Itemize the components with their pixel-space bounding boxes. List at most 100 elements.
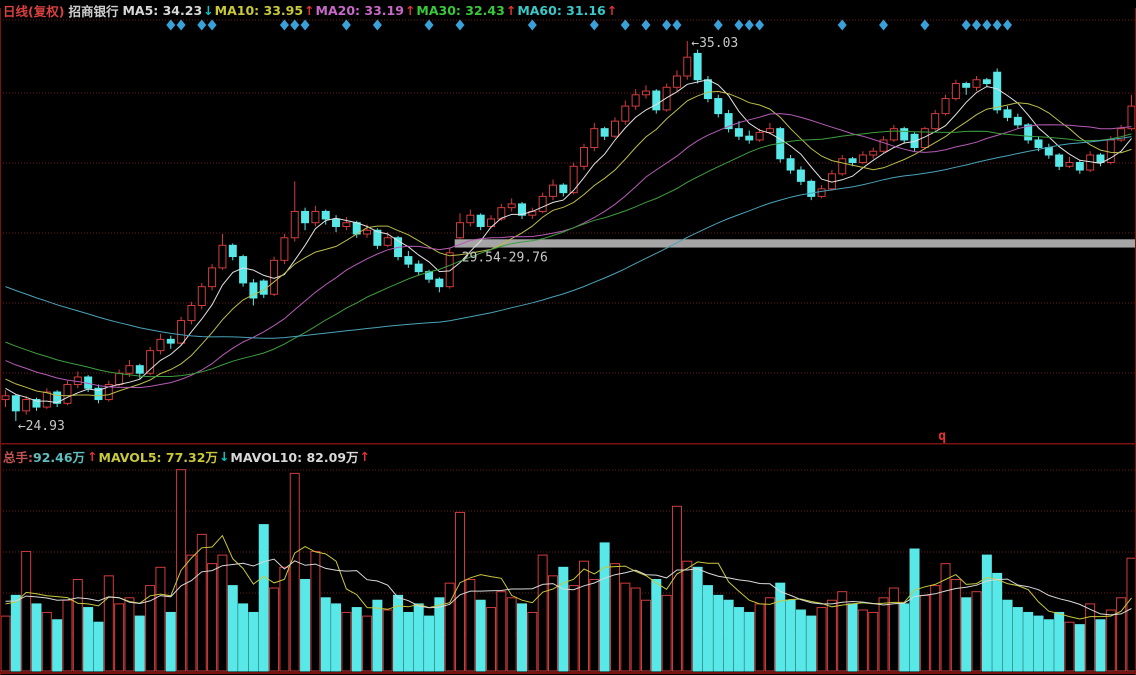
event-diamond-icon xyxy=(734,20,743,31)
volume-bar xyxy=(94,622,103,671)
candlestick xyxy=(1066,163,1073,167)
candlestick xyxy=(684,57,691,76)
candlestick xyxy=(839,159,846,174)
price-chart-header: 日线(复权) 招商银行 MA5: 34.23↓ MA10: 33.95↑ MA2… xyxy=(3,1,617,20)
volume-bar xyxy=(579,561,588,671)
candlestick xyxy=(653,91,660,110)
event-diamond-icon xyxy=(280,20,289,31)
volume-trend-arrow-icon: ↑ xyxy=(87,449,97,464)
volume-bar xyxy=(518,604,527,671)
ma60-value: MA60: 31.16 xyxy=(517,3,605,18)
ma5-trend-arrow-icon: ↓ xyxy=(203,3,213,18)
candlestick xyxy=(219,245,226,268)
candlestick xyxy=(1128,106,1135,129)
candlestick xyxy=(364,230,371,234)
gap-band xyxy=(455,239,1136,247)
volume-bar xyxy=(796,610,805,671)
candlestick xyxy=(198,287,205,306)
candlestick xyxy=(766,129,773,133)
low-price-annotation: ←24.93 xyxy=(18,419,65,434)
event-diamond-icon xyxy=(177,20,186,31)
volume-bar xyxy=(497,592,506,671)
event-diamond-icon xyxy=(662,20,671,31)
candlestick xyxy=(43,392,50,407)
candlestick xyxy=(570,166,577,192)
volume-bar xyxy=(404,612,413,671)
event-diamond-icon xyxy=(208,20,217,31)
candlestick xyxy=(281,238,288,261)
volume-bar xyxy=(652,580,661,672)
volume-bar xyxy=(641,600,650,671)
candlestick xyxy=(580,147,587,166)
mavol10-trend-arrow-icon: ↑ xyxy=(360,449,370,464)
event-diamond-icon xyxy=(166,20,175,31)
volume-bar xyxy=(249,612,258,671)
candlestick xyxy=(457,223,464,238)
candlestick xyxy=(126,366,133,374)
candlestick xyxy=(467,215,474,223)
volume-chart-canvas[interactable] xyxy=(0,443,1136,675)
volume-bar xyxy=(776,583,785,671)
candlestick xyxy=(601,129,608,137)
candlestick xyxy=(322,211,329,219)
volume-bar xyxy=(187,555,196,671)
volume-bar xyxy=(993,573,1002,671)
volume-bar xyxy=(456,512,465,671)
candlestick xyxy=(994,72,1001,110)
volume-bar xyxy=(590,580,599,672)
volume-bar xyxy=(228,586,237,671)
volume-bar xyxy=(1024,612,1033,671)
volume-bar xyxy=(693,567,702,671)
mavol5-trend-arrow-icon: ↓ xyxy=(219,449,229,464)
candlestick xyxy=(229,245,236,256)
ma10-value: MA10: 33.95 xyxy=(215,3,303,18)
candlestick xyxy=(611,121,618,136)
volume-bar xyxy=(827,600,836,671)
volume-bar xyxy=(1086,604,1095,671)
candlestick xyxy=(415,264,422,272)
candlestick xyxy=(932,114,939,129)
ma60-line xyxy=(6,137,1132,339)
event-diamond-icon xyxy=(993,20,1002,31)
peak-price-annotation: ←35.03 xyxy=(691,36,738,51)
volume-bar xyxy=(662,595,671,671)
candlestick xyxy=(642,91,649,95)
volume-bar xyxy=(528,612,537,671)
volume-bar xyxy=(817,608,826,671)
ma30-value: MA30: 32.43 xyxy=(416,3,504,18)
event-diamond-icon xyxy=(290,20,299,31)
candlestick xyxy=(12,396,19,411)
mavol10-value: MAVOL10: 82.09万 xyxy=(230,447,358,466)
event-diamond-icon xyxy=(373,20,382,31)
ma20-trend-arrow-icon: ↑ xyxy=(405,3,415,18)
volume-bar xyxy=(115,604,124,671)
candlestick xyxy=(312,211,319,222)
ma60-trend-arrow-icon: ↑ xyxy=(607,3,617,18)
volume-bar xyxy=(301,580,310,672)
event-diamond-icon xyxy=(982,20,991,31)
volume-bar xyxy=(290,473,299,671)
volume-bar xyxy=(476,600,485,671)
volume-bar xyxy=(73,580,82,672)
volume-bar xyxy=(53,620,62,671)
event-diamond-icon xyxy=(621,20,630,31)
candlestick xyxy=(622,106,629,121)
volume-bar xyxy=(858,610,867,671)
volume-bar xyxy=(311,551,320,671)
price-chart-canvas[interactable]: ←35.03←24.9329.54-29.76q xyxy=(0,0,1136,443)
candlestick xyxy=(797,170,804,181)
volume-bar xyxy=(507,598,516,671)
event-diamond-icon xyxy=(745,20,754,31)
volume-bar xyxy=(982,555,991,671)
volume-bar xyxy=(900,604,909,671)
volume-bar xyxy=(104,576,113,671)
volume-bar xyxy=(1096,620,1105,671)
event-diamond-icon xyxy=(972,20,981,31)
candlestick xyxy=(818,189,825,197)
candlestick xyxy=(901,129,908,140)
volume-bar xyxy=(714,595,723,671)
volume-bar xyxy=(125,598,134,671)
volume-bar xyxy=(363,616,372,671)
volume-bar xyxy=(920,595,929,671)
candlestick xyxy=(746,136,753,140)
